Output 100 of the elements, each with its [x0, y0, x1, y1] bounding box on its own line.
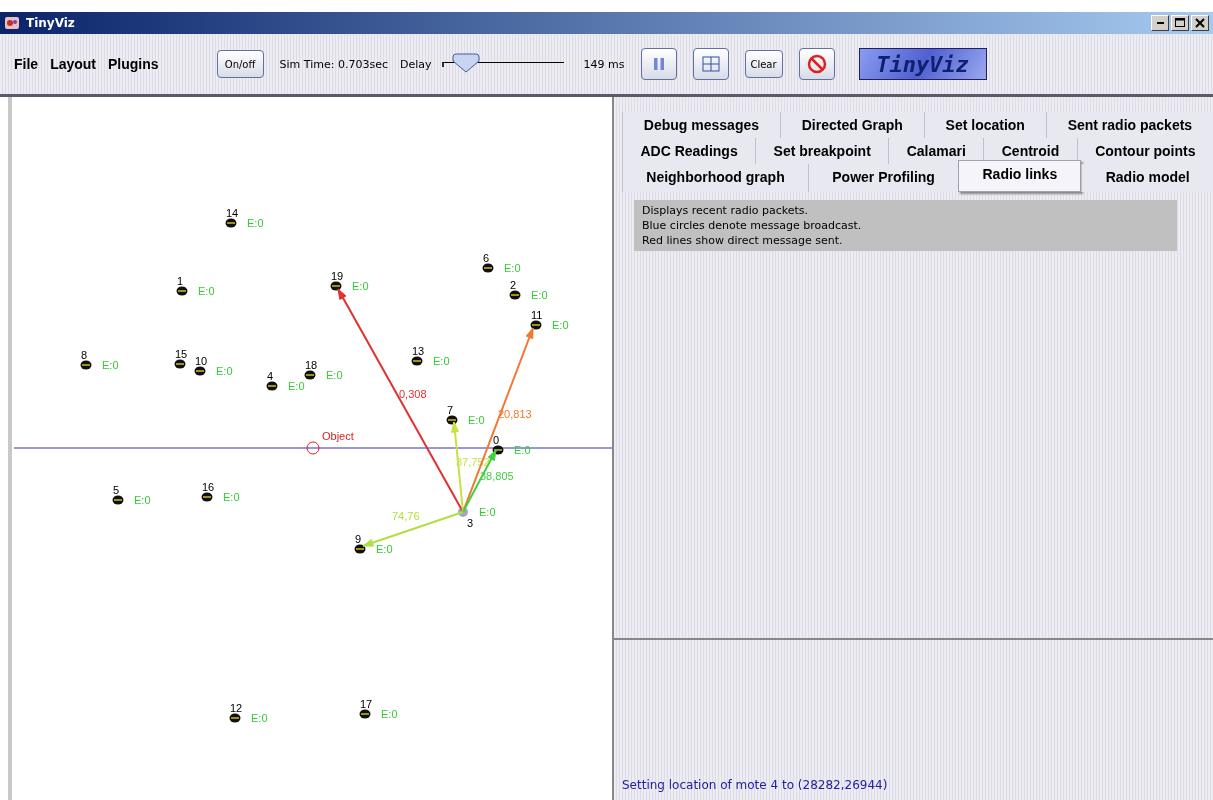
grid-button[interactable]: [692, 48, 729, 80]
mote-id: 18: [305, 359, 318, 371]
menu-item[interactable]: File: [14, 56, 39, 72]
link-label: 74,76: [392, 510, 420, 522]
mote-icon[interactable]: [174, 359, 186, 369]
close-icon: [1194, 17, 1206, 29]
minimize-button[interactable]: [1151, 15, 1169, 31]
mote-id: 5: [113, 484, 120, 496]
mote-id: 19: [331, 270, 344, 282]
mote-id: 7: [447, 404, 454, 416]
mote-icon[interactable]: [112, 495, 124, 505]
energy-label: E:0: [134, 494, 151, 506]
delay-reading: 149 ms: [583, 57, 625, 71]
mote-icon[interactable]: [304, 370, 316, 380]
tab[interactable]: Contour points: [1076, 138, 1213, 164]
energy-label: E:0: [223, 491, 240, 503]
tab[interactable]: ADC Readings: [622, 138, 756, 164]
mote-icon[interactable]: [411, 356, 423, 366]
energy-label: E:0: [531, 289, 548, 301]
description-line: Displays recent radio packets.: [642, 203, 809, 218]
mote-icon[interactable]: [201, 492, 213, 502]
tab[interactable]: Directed Graph: [779, 112, 924, 138]
energy-label: E:0: [216, 365, 233, 377]
mote-id: 11: [531, 309, 543, 321]
minimize-icon: [1156, 22, 1164, 24]
no-entry-icon: [806, 54, 827, 74]
mote-id: 9: [355, 533, 362, 545]
stop-button[interactable]: [798, 48, 835, 80]
mote-id: 10: [195, 355, 208, 367]
mote-id: 3: [467, 517, 474, 529]
tab[interactable]: Set location: [923, 112, 1046, 138]
energy-label: E:0: [352, 280, 369, 292]
mote-icon[interactable]: [359, 709, 371, 719]
tab[interactable]: Power Profiling: [808, 164, 959, 192]
energy-label: E:0: [198, 285, 215, 297]
logo: TinyViz: [858, 48, 987, 80]
mote-id: 8: [81, 349, 88, 361]
menu-item[interactable]: Plugins: [108, 56, 159, 72]
maximize-button[interactable]: [1171, 15, 1189, 31]
power-button[interactable]: On/off: [216, 50, 264, 78]
mote-icon[interactable]: [176, 286, 188, 296]
tab[interactable]: Radio model: [1081, 164, 1213, 192]
clear-button[interactable]: Clear: [744, 50, 783, 78]
mote-id: 12: [230, 702, 243, 714]
menu-item[interactable]: Layout: [50, 56, 96, 72]
mote-icon[interactable]: [530, 320, 542, 330]
mote-icon[interactable]: [229, 713, 241, 723]
mote-id: 17: [360, 698, 373, 710]
mote-id: 14: [226, 207, 239, 219]
app-icon: [4, 15, 20, 31]
energy-label: E:0: [552, 319, 569, 331]
energy-label: E:0: [381, 708, 398, 720]
tab[interactable]: Neighborhood graph: [622, 164, 808, 192]
mote-id: 16: [202, 481, 215, 493]
maximize-icon: [1174, 17, 1186, 29]
energy-label: E:0: [504, 262, 521, 274]
mote-icon[interactable]: [354, 544, 366, 554]
grid-icon: [701, 56, 720, 72]
mote-icon[interactable]: [266, 381, 278, 391]
energy-label: E:0: [326, 369, 343, 381]
description-line: Red lines show direct message sent.: [642, 233, 844, 248]
object-marker: [306, 441, 320, 455]
mote-id: 6: [483, 252, 490, 264]
mote-id: 13: [412, 345, 425, 357]
mote-id: 0: [493, 434, 500, 446]
tab[interactable]: Radio links: [958, 160, 1082, 192]
mote-icon[interactable]: [80, 360, 92, 370]
slider-thumb[interactable]: [450, 53, 481, 73]
sim-time: Sim Time: 0.703sec: [279, 57, 388, 71]
tab[interactable]: Calamari: [888, 138, 984, 164]
energy-label: E:0: [251, 712, 268, 724]
energy-label: E:0: [288, 380, 305, 392]
tab[interactable]: Debug messages: [622, 112, 780, 138]
pause-button[interactable]: [640, 48, 677, 80]
mote-icon[interactable]: [509, 290, 521, 300]
energy-label: E:0: [514, 444, 531, 456]
status-message: Setting location of mote 4 to (28282,26944): [622, 778, 888, 792]
tab[interactable]: Sent radio packets: [1045, 112, 1213, 138]
delay-label: Delay: [400, 57, 432, 71]
energy-label: E:0: [247, 217, 264, 229]
mote-icon[interactable]: [225, 218, 237, 228]
energy-label: E:0: [479, 506, 496, 518]
mote-id: 4: [267, 370, 274, 382]
tab[interactable]: Set breakpoint: [755, 138, 889, 164]
window-title: TinyViz: [26, 16, 76, 30]
mote-id: 2: [510, 279, 517, 291]
energy-label: E:0: [433, 355, 450, 367]
energy-label: E:0: [102, 359, 119, 371]
energy-label: E:0: [468, 414, 485, 426]
object-label: Object: [322, 430, 354, 442]
delay-slider[interactable]: [441, 53, 564, 75]
link-label: 0,308: [399, 388, 427, 400]
mote-icon[interactable]: [446, 415, 458, 425]
mote-icon[interactable]: [330, 281, 342, 291]
mote-id: 1: [177, 275, 184, 287]
energy-label: E:0: [376, 543, 393, 555]
mote-icon[interactable]: [194, 366, 206, 376]
mote-icon[interactable]: [482, 263, 494, 273]
close-button[interactable]: [1191, 15, 1209, 31]
description-line: Blue circles denote message broadcast.: [642, 218, 863, 233]
